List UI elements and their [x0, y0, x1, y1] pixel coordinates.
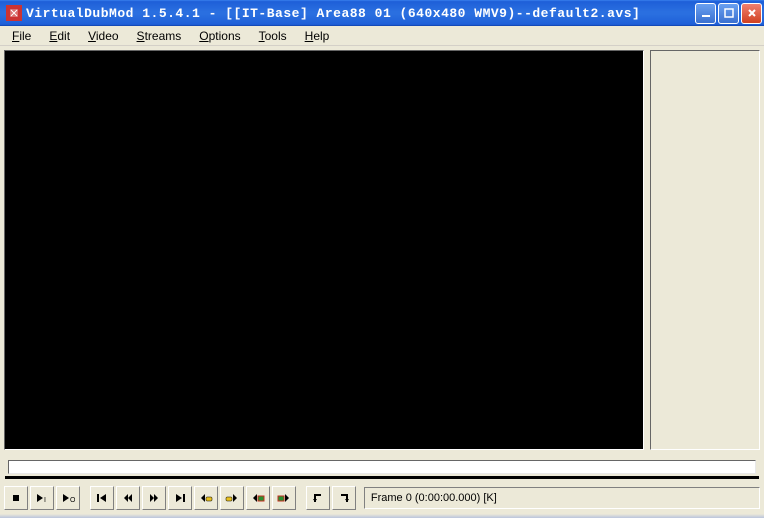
step-forward-icon: [148, 492, 160, 504]
title-bar: VirtualDubMod 1.5.4.1 - [[IT-Base] Area8…: [0, 0, 764, 26]
video-preview-input: [4, 50, 644, 450]
menu-help[interactable]: Help: [297, 27, 338, 45]
key-prev-button[interactable]: [194, 486, 218, 510]
scene-prev-icon: [251, 492, 265, 504]
bottom-border: [0, 514, 764, 518]
video-preview-output: [650, 50, 760, 450]
menu-edit[interactable]: Edit: [41, 27, 78, 45]
frame-status: Frame 0 (0:00:00.000) [K]: [364, 487, 760, 509]
mark-out-icon: [338, 492, 350, 504]
mark-in-icon: [312, 492, 324, 504]
svg-text:I: I: [44, 497, 46, 504]
go-start-icon: [96, 492, 108, 504]
scene-next-icon: [277, 492, 291, 504]
seek-slider[interactable]: [8, 460, 756, 474]
menu-video[interactable]: Video: [80, 27, 126, 45]
key-next-icon: [225, 492, 239, 504]
maximize-button[interactable]: [718, 3, 739, 24]
menu-bar: File Edit Video Streams Options Tools He…: [0, 26, 764, 46]
go-end-icon: [174, 492, 186, 504]
menu-file[interactable]: File: [4, 27, 39, 45]
go-end-button[interactable]: [168, 486, 192, 510]
scene-next-button[interactable]: [272, 486, 296, 510]
window-controls: [695, 3, 762, 24]
stop-button[interactable]: [4, 486, 28, 510]
menu-streams[interactable]: Streams: [129, 27, 190, 45]
menu-tools[interactable]: Tools: [251, 27, 295, 45]
stop-icon: [10, 492, 22, 504]
mark-in-button[interactable]: [306, 486, 330, 510]
maximize-icon: [724, 8, 734, 18]
window-title: VirtualDubMod 1.5.4.1 - [[IT-Base] Area8…: [26, 6, 695, 21]
step-back-icon: [122, 492, 134, 504]
svg-text:O: O: [70, 497, 75, 504]
go-start-button[interactable]: [90, 486, 114, 510]
play-output-icon: O: [61, 492, 75, 504]
play-input-icon: I: [35, 492, 49, 504]
mark-out-button[interactable]: [332, 486, 356, 510]
bottom-toolbar: I O: [0, 476, 764, 514]
main-area: [0, 46, 764, 454]
scene-prev-button[interactable]: [246, 486, 270, 510]
app-icon: [6, 5, 22, 21]
step-back-button[interactable]: [116, 486, 140, 510]
minimize-icon: [701, 8, 711, 18]
frame-status-text: Frame 0 (0:00:00.000) [K]: [371, 492, 497, 504]
step-forward-button[interactable]: [142, 486, 166, 510]
seek-area: [0, 454, 764, 476]
close-button[interactable]: [741, 3, 762, 24]
key-prev-icon: [199, 492, 213, 504]
play-output-button[interactable]: O: [56, 486, 80, 510]
minimize-button[interactable]: [695, 3, 716, 24]
play-input-button[interactable]: I: [30, 486, 54, 510]
key-next-button[interactable]: [220, 486, 244, 510]
close-icon: [747, 8, 757, 18]
menu-options[interactable]: Options: [191, 27, 248, 45]
